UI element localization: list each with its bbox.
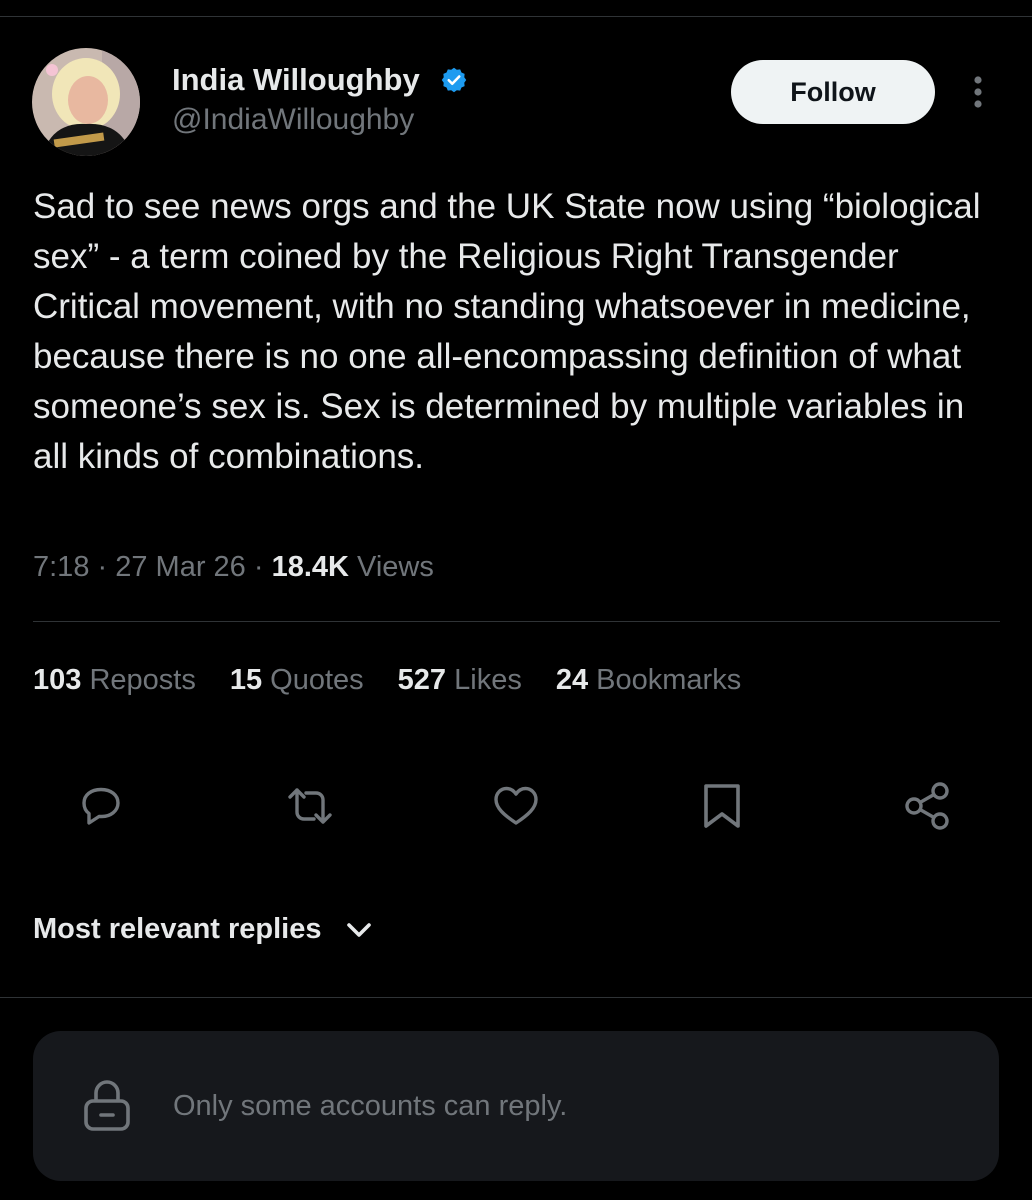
chevron-down-icon xyxy=(346,922,371,937)
stat-label: Reposts xyxy=(89,664,196,696)
tweet-time[interactable]: 7:18 xyxy=(33,551,89,583)
stat-quotes[interactable]: 15 Quotes xyxy=(230,664,364,697)
tweet-text: Sad to see news orgs and the UK State no… xyxy=(33,187,981,476)
stat-likes[interactable]: 527 Likes xyxy=(398,664,522,697)
stat-count: 103 xyxy=(33,664,82,696)
stat-count: 15 xyxy=(229,664,263,696)
lock-icon xyxy=(84,1080,130,1131)
repost-icon xyxy=(288,788,332,824)
reply-button[interactable] xyxy=(73,778,129,834)
views-count: 18.4K xyxy=(271,551,349,583)
stat-count: 527 xyxy=(397,664,447,696)
meta-separator: · xyxy=(253,551,272,583)
divider xyxy=(0,997,1032,998)
stat-label: Likes xyxy=(454,664,522,696)
tweet-meta: 7:18 · 27 Mar 26 · 18.4K Views xyxy=(33,551,434,584)
reply-restriction-text: Only some accounts can reply. xyxy=(173,1090,568,1122)
bookmark-icon xyxy=(704,784,740,828)
divider xyxy=(33,621,1000,622)
bookmark-button[interactable] xyxy=(694,778,750,834)
stat-label: Bookmarks xyxy=(596,664,742,696)
like-icon xyxy=(494,786,538,825)
avatar-photo xyxy=(32,48,140,156)
reply-icon xyxy=(82,787,120,825)
top-divider xyxy=(0,16,1032,17)
follow-button[interactable]: Follow xyxy=(731,60,935,124)
tweet-date[interactable]: 27 Mar 26 xyxy=(115,551,246,583)
meta-separator: · xyxy=(97,551,116,583)
share-button[interactable] xyxy=(900,778,956,834)
more-options-icon[interactable] xyxy=(964,72,992,112)
stat-reposts[interactable]: 103 Reposts xyxy=(33,664,196,697)
repost-button[interactable] xyxy=(282,778,338,834)
verified-badge-icon xyxy=(441,67,467,93)
reply-restriction-banner: Only some accounts can reply. xyxy=(33,1031,999,1181)
stat-label: Quotes xyxy=(270,664,364,696)
like-button[interactable] xyxy=(488,778,544,834)
author-handle[interactable]: @IndiaWilloughby xyxy=(172,103,414,137)
stat-bookmarks[interactable]: 24 Bookmarks xyxy=(556,664,741,697)
replies-sort-label: Most relevant replies xyxy=(33,913,322,945)
author-name[interactable]: India Willoughby xyxy=(172,62,420,98)
views-label: Views xyxy=(357,551,434,583)
avatar[interactable] xyxy=(32,48,140,156)
share-icon xyxy=(905,782,949,830)
replies-sort-dropdown[interactable]: Most relevant replies xyxy=(33,913,374,946)
engagement-stats: 103 Reposts 15 Quotes 527 Likes 24 Bookm… xyxy=(33,664,775,697)
stat-count: 24 xyxy=(555,664,589,696)
